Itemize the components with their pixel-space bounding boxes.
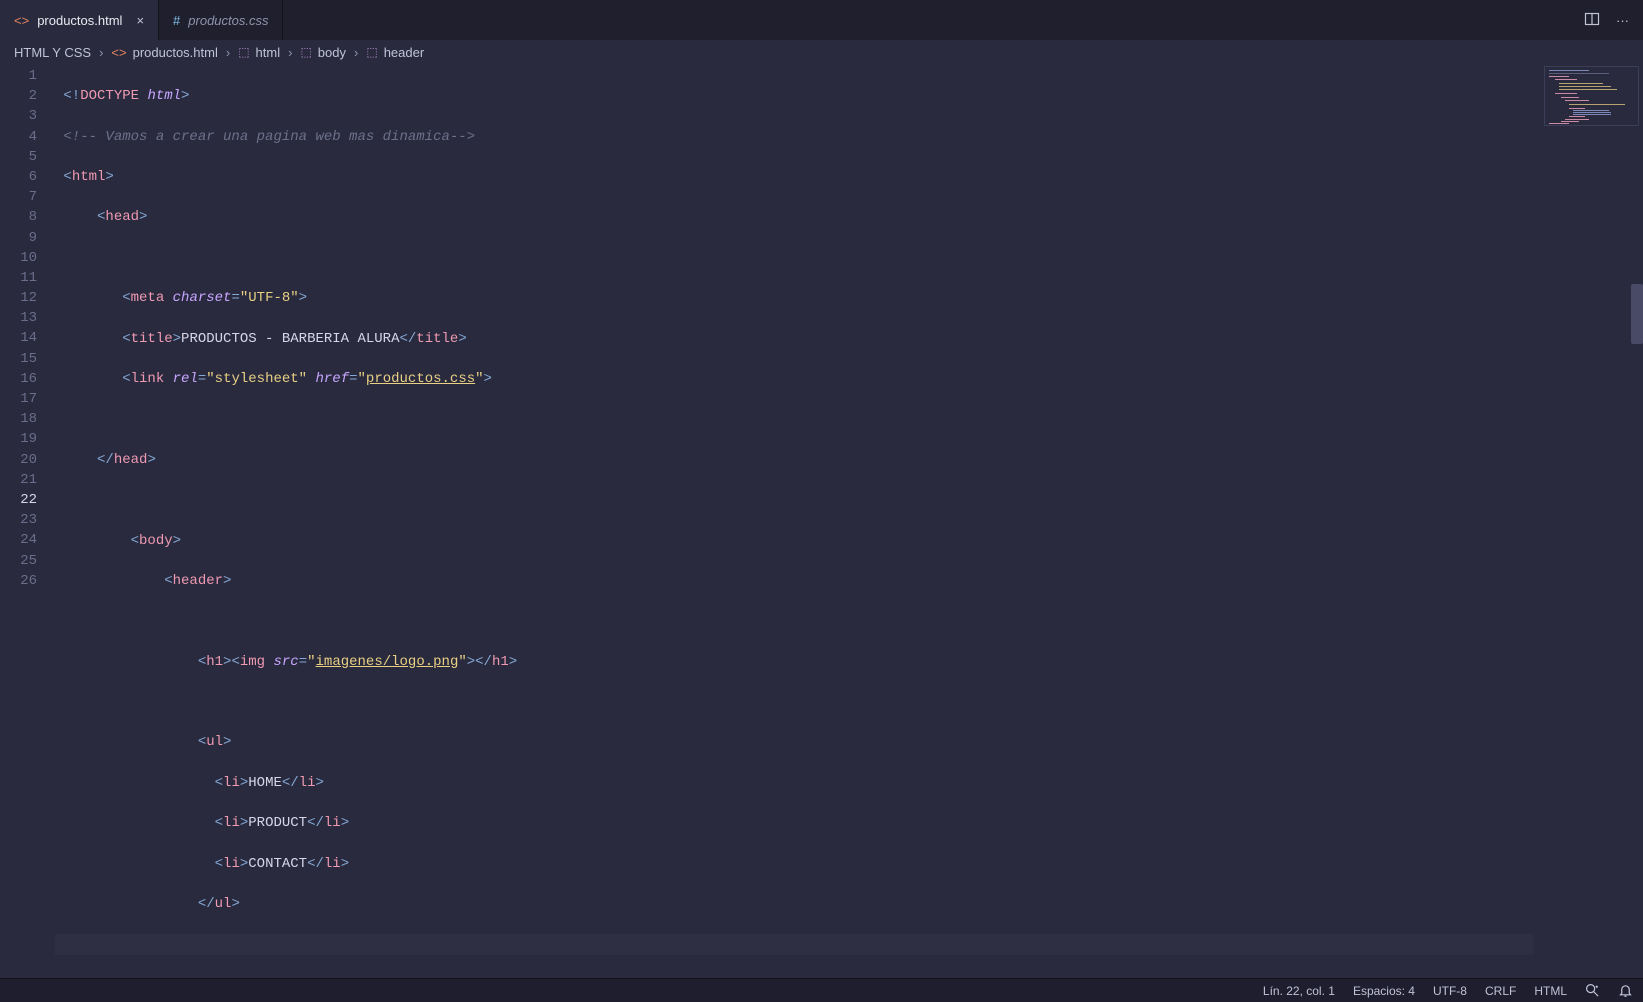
tab-productos-css[interactable]: # productos.css (159, 0, 283, 40)
css-file-icon: # (173, 13, 180, 28)
notifications-icon[interactable] (1618, 983, 1633, 998)
breadcrumb-part[interactable]: header (384, 45, 424, 60)
tab-label: productos.css (188, 13, 268, 28)
chevron-right-icon: › (226, 45, 230, 60)
breadcrumb-part[interactable]: html (256, 45, 281, 60)
breadcrumb-root[interactable]: HTML Y CSS (14, 45, 91, 60)
tab-productos-html[interactable]: <> productos.html × (0, 0, 159, 40)
scrollbar-thumb[interactable] (1631, 284, 1643, 344)
struct-icon: ⬚ (300, 45, 311, 59)
tab-label: productos.html (37, 13, 122, 28)
html-file-icon: <> (111, 45, 126, 60)
status-language[interactable]: HTML (1534, 984, 1567, 998)
breadcrumb-part[interactable]: body (318, 45, 346, 60)
chevron-right-icon: › (354, 45, 358, 60)
status-eol[interactable]: CRLF (1485, 984, 1516, 998)
split-editor-icon[interactable] (1584, 11, 1600, 30)
more-actions-icon[interactable]: ··· (1616, 13, 1629, 28)
struct-icon: ⬚ (366, 45, 377, 59)
feedback-icon[interactable] (1585, 983, 1600, 998)
line-number-gutter: 1 2 3 4 5 6 7 8 9 10 11 12 13 14 15 16 1… (0, 64, 55, 978)
chevron-right-icon: › (288, 45, 292, 60)
struct-icon: ⬚ (238, 45, 249, 59)
status-indent[interactable]: Espacios: 4 (1353, 984, 1415, 998)
status-encoding[interactable]: UTF-8 (1433, 984, 1467, 998)
editor: 1 2 3 4 5 6 7 8 9 10 11 12 13 14 15 16 1… (0, 64, 1643, 978)
minimap[interactable] (1533, 64, 1643, 978)
tab-bar: <> productos.html × # productos.css ··· (0, 0, 1643, 40)
breadcrumb-file[interactable]: productos.html (133, 45, 218, 60)
html-file-icon: <> (14, 13, 29, 28)
chevron-right-icon: › (99, 45, 103, 60)
status-cursor-position[interactable]: Lín. 22, col. 1 (1263, 984, 1335, 998)
status-bar: Lín. 22, col. 1 Espacios: 4 UTF-8 CRLF H… (0, 978, 1643, 1002)
code-area[interactable]: <!DOCTYPE html> <!-- Vamos a crear una p… (55, 64, 1533, 978)
close-icon[interactable]: × (136, 13, 144, 28)
breadcrumb: HTML Y CSS › <> productos.html › ⬚ html … (0, 40, 1643, 64)
